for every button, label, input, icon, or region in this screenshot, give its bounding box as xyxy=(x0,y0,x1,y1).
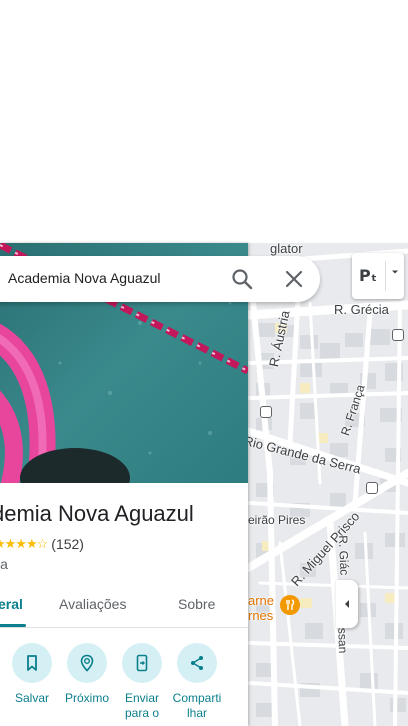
place-category[interactable]: ia xyxy=(0,556,8,572)
bus-stop-icon[interactable] xyxy=(366,482,378,494)
street-label-ribeirao: eirão Pires xyxy=(248,513,306,527)
save-button-circle xyxy=(12,643,52,683)
chevron-down-icon[interactable] xyxy=(390,267,400,277)
input-tools-glyph: Pₜ xyxy=(359,266,377,285)
search-bar[interactable]: Academia Nova Aguazul xyxy=(0,256,320,302)
poi-label-line1: arne xyxy=(248,593,275,608)
place-tabs: eral Avaliações Sobre xyxy=(0,583,248,628)
nearby-button-circle xyxy=(67,643,107,683)
input-tools-separator xyxy=(385,261,386,291)
collapse-panel-button[interactable] xyxy=(336,580,358,628)
nearby-icon xyxy=(80,654,94,672)
share-button-label: Comparti lhar xyxy=(172,691,222,720)
place-title: demia Nova Aguazul xyxy=(0,501,194,526)
nearby-button[interactable]: Próximo xyxy=(58,641,116,706)
save-button-label: Salvar xyxy=(14,691,49,705)
nearby-button-label: Próximo xyxy=(64,691,109,705)
search-icon[interactable] xyxy=(230,267,254,291)
tab-reviews[interactable]: Avaliações xyxy=(59,596,126,612)
place-panel: demia Nova Aguazul ★★★★☆ (152) ia eral A… xyxy=(0,243,248,726)
send-to-phone-button[interactable]: Enviar para o xyxy=(113,641,171,721)
rating-stars: ★★★★☆ xyxy=(0,536,48,551)
blank-top-area xyxy=(0,0,408,243)
rating-row[interactable]: ★★★★☆ (152) xyxy=(0,536,84,552)
street-label-grecia: R. Grécia xyxy=(334,302,389,317)
close-icon[interactable] xyxy=(282,267,306,291)
share-icon xyxy=(191,656,203,670)
send-to-phone-label: Enviar para o xyxy=(124,691,160,720)
active-tab-indicator xyxy=(0,624,26,627)
street-label-giac: R. Giác xyxy=(336,535,352,576)
send-to-phone-icon xyxy=(136,654,148,672)
review-count[interactable]: (152) xyxy=(51,536,84,552)
poi-label-line2: rnes xyxy=(248,608,274,623)
bus-stop-icon[interactable] xyxy=(260,406,272,418)
share-button-circle xyxy=(177,643,217,683)
tab-overview[interactable]: eral xyxy=(0,596,23,612)
chevron-left-icon xyxy=(345,600,349,608)
search-input[interactable]: Academia Nova Aguazul xyxy=(8,270,161,286)
bus-stop-icon[interactable] xyxy=(392,329,404,341)
action-buttons: Salvar Próximo Enviar para o Comparti lh… xyxy=(0,641,248,726)
share-button[interactable]: Comparti lhar xyxy=(168,641,226,721)
send-to-phone-button-circle xyxy=(122,643,162,683)
restaurant-icon[interactable] xyxy=(280,595,300,615)
input-tools-button[interactable]: Pₜ xyxy=(352,253,404,299)
street-label-glator: glator xyxy=(270,243,303,256)
save-button[interactable]: Salvar xyxy=(3,641,61,706)
tab-about[interactable]: Sobre xyxy=(178,596,215,612)
bookmark-icon xyxy=(27,655,37,671)
